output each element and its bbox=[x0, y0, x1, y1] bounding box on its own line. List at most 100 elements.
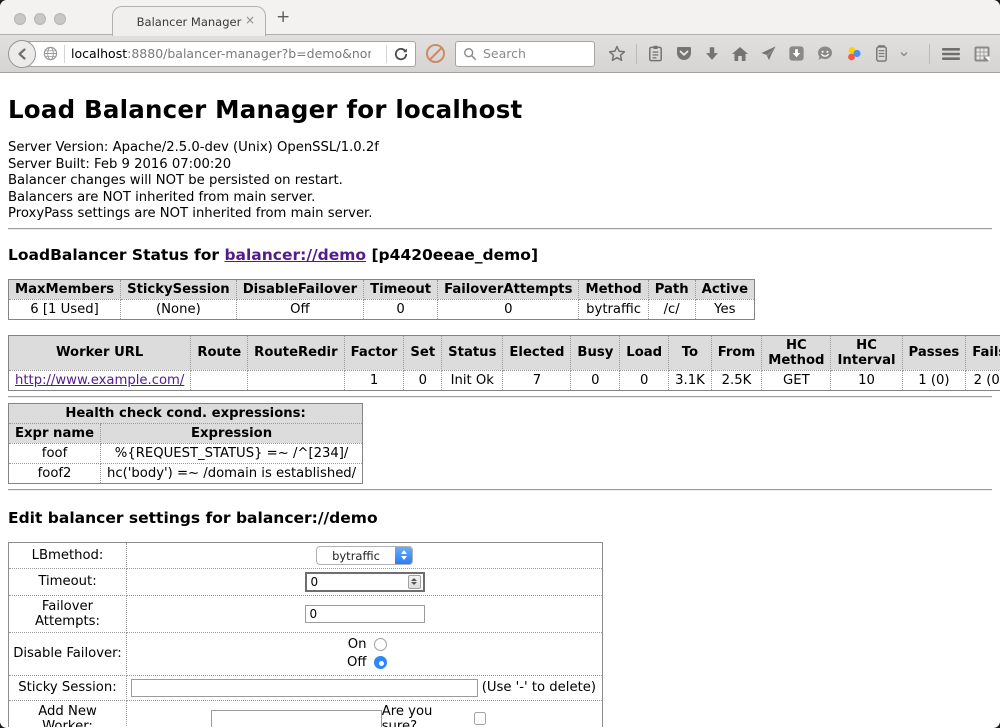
worker-header-cell: Load bbox=[620, 335, 669, 370]
balancer-value-cell: 6 [1 Used] bbox=[9, 299, 121, 319]
save-to-device-icon[interactable] bbox=[787, 44, 806, 63]
worker-header-cell: Worker URL bbox=[9, 335, 191, 370]
expr-name-cell: foof bbox=[9, 443, 101, 463]
table-header-row: Worker URLRouteRouteRedirFactorSetStatus… bbox=[9, 335, 1000, 370]
timeout-input[interactable] bbox=[305, 572, 425, 592]
worker-value-cell: 1 bbox=[344, 370, 404, 390]
persist-note-line: Balancer changes will NOT be persisted o… bbox=[8, 173, 992, 190]
form-row-disable-failover: Disable Failover: On Off bbox=[9, 632, 603, 675]
failover-attempts-input[interactable] bbox=[305, 605, 425, 623]
worker-header-cell: Passes bbox=[902, 335, 966, 370]
section-divider bbox=[8, 489, 992, 491]
confirm-checkbox[interactable] bbox=[474, 712, 486, 725]
window-controls bbox=[14, 13, 66, 25]
browser-tab[interactable]: Balancer Manager × bbox=[112, 6, 266, 36]
minimize-window-button[interactable] bbox=[34, 13, 46, 25]
worker-value-cell: GET bbox=[762, 370, 831, 390]
send-icon[interactable] bbox=[759, 44, 778, 63]
lbmethod-selected-value: bytraffic bbox=[317, 547, 395, 564]
worker-value-cell: 2 (0) bbox=[966, 370, 1000, 390]
tab-title: Balancer Manager bbox=[137, 15, 242, 29]
back-button[interactable] bbox=[8, 40, 36, 68]
menu-icon[interactable] bbox=[940, 45, 962, 63]
zoom-window-button[interactable] bbox=[54, 13, 66, 25]
worker-header-cell: To bbox=[669, 335, 712, 370]
close-window-button[interactable] bbox=[14, 13, 26, 25]
worker-header-cell: Status bbox=[442, 335, 503, 370]
radio-on-label: On bbox=[343, 636, 367, 654]
urlbar-divider2 bbox=[386, 45, 387, 63]
table-row: foof2 hc('body') =~ /domain is establish… bbox=[9, 463, 363, 483]
new-tab-button[interactable]: + bbox=[276, 7, 290, 27]
container-icon[interactable] bbox=[873, 44, 890, 63]
close-tab-icon[interactable]: × bbox=[245, 14, 255, 26]
worker-url-link[interactable]: http://www.example.com/ bbox=[15, 373, 184, 388]
radio-off-label: Off bbox=[343, 654, 367, 672]
page-content: Load Balancer Manager for localhost Serv… bbox=[0, 73, 1000, 727]
search-field[interactable]: Search bbox=[455, 41, 595, 67]
expr-name-header: Expr name bbox=[9, 423, 101, 443]
expression-cell: %{REQUEST_STATUS} =~ /^[234]/ bbox=[101, 443, 363, 463]
inherit-note-line: Balancers are NOT inherited from main se… bbox=[8, 190, 992, 207]
downloads-icon[interactable] bbox=[703, 45, 721, 63]
url-path: :8880/balancer-manager?b=demo&nonce=decc… bbox=[127, 46, 371, 61]
sticky-session-input[interactable] bbox=[131, 679, 478, 697]
browser-window: Balancer Manager × + localhost:8880/bala… bbox=[0, 0, 1000, 728]
balancer-header-cell: Active bbox=[695, 279, 754, 299]
reload-icon[interactable] bbox=[393, 46, 409, 62]
worker-header-cell: Route bbox=[191, 335, 248, 370]
table-row: http://www.example.com/ 10Init Ok7003.1K… bbox=[9, 370, 1000, 390]
form-row-lbmethod: LBmethod: bytraffic bbox=[9, 542, 603, 568]
add-worker-input[interactable] bbox=[211, 710, 382, 728]
number-spinner-icon[interactable] bbox=[408, 575, 421, 589]
sticky-session-note: (Use '-' to delete) bbox=[482, 680, 598, 695]
worker-header-cell: RouteRedir bbox=[248, 335, 344, 370]
balancer-status-table: MaxMembersStickySessionDisableFailoverTi… bbox=[8, 279, 755, 320]
balancer-value-cell: 0 bbox=[438, 299, 579, 319]
expression-cell: hc('body') =~ /domain is established/ bbox=[101, 463, 363, 483]
dropdown-caret-icon[interactable] bbox=[899, 49, 909, 59]
pocket-icon[interactable] bbox=[674, 44, 694, 64]
balancer-value-cell: Off bbox=[236, 299, 363, 319]
form-row-failover-attempts: Failover Attempts: bbox=[9, 595, 603, 632]
worker-value-cell bbox=[248, 370, 344, 390]
home-icon[interactable] bbox=[730, 44, 750, 64]
toolbar-divider bbox=[636, 44, 637, 64]
url-text[interactable]: localhost:8880/balancer-manager?b=demo&n… bbox=[71, 46, 371, 61]
lbmethod-select[interactable]: bytraffic bbox=[316, 546, 413, 565]
screenshot-grid-icon[interactable] bbox=[972, 44, 992, 64]
worker-status-table: Worker URLRouteRouteRedirFactorSetStatus… bbox=[8, 335, 1000, 391]
clipboard-icon[interactable] bbox=[646, 44, 665, 63]
select-stepper-icon bbox=[395, 547, 412, 564]
balancer-header-cell: Method bbox=[579, 279, 648, 299]
balancer-value-cell: (None) bbox=[121, 299, 237, 319]
content-blocked-icon[interactable] bbox=[426, 44, 445, 63]
table-row: 6 [1 Used](None)Off00bytraffic/c/Yes bbox=[9, 299, 755, 319]
worker-header-cell: Factor bbox=[344, 335, 404, 370]
bookmark-star-icon[interactable] bbox=[607, 44, 627, 64]
worker-url-cell: http://www.example.com/ bbox=[9, 370, 191, 390]
table-header-row: Expr name Expression bbox=[9, 423, 363, 443]
url-bar[interactable]: localhost:8880/balancer-manager?b=demo&n… bbox=[22, 41, 416, 67]
balancer-header-cell: FailoverAttempts bbox=[438, 279, 579, 299]
disable-failover-on-radio[interactable] bbox=[374, 638, 387, 651]
search-icon bbox=[463, 47, 477, 61]
worker-header-cell: Elected bbox=[503, 335, 571, 370]
expression-header: Expression bbox=[101, 423, 363, 443]
colored-dots-icon[interactable] bbox=[844, 44, 864, 64]
balancer-header-cell: StickySession bbox=[121, 279, 237, 299]
balancer-header-cell: Timeout bbox=[364, 279, 438, 299]
worker-value-cell: Init Ok bbox=[442, 370, 503, 390]
worker-value-cell: 3.1K bbox=[669, 370, 712, 390]
search-placeholder: Search bbox=[483, 46, 526, 61]
disable-failover-label: Disable Failover: bbox=[9, 632, 127, 675]
section-divider bbox=[8, 228, 992, 230]
balancer-link[interactable]: balancer://demo bbox=[224, 246, 366, 264]
chat-smiley-icon[interactable] bbox=[815, 44, 835, 64]
balancer-header-cell: MaxMembers bbox=[9, 279, 121, 299]
table-header-row: MaxMembersStickySessionDisableFailoverTi… bbox=[9, 279, 755, 299]
balancer-header-cell: Path bbox=[648, 279, 695, 299]
form-row-timeout: Timeout: bbox=[9, 568, 603, 595]
disable-failover-off-radio[interactable] bbox=[374, 656, 387, 669]
server-version-line: Server Version: Apache/2.5.0-dev (Unix) … bbox=[8, 140, 992, 157]
